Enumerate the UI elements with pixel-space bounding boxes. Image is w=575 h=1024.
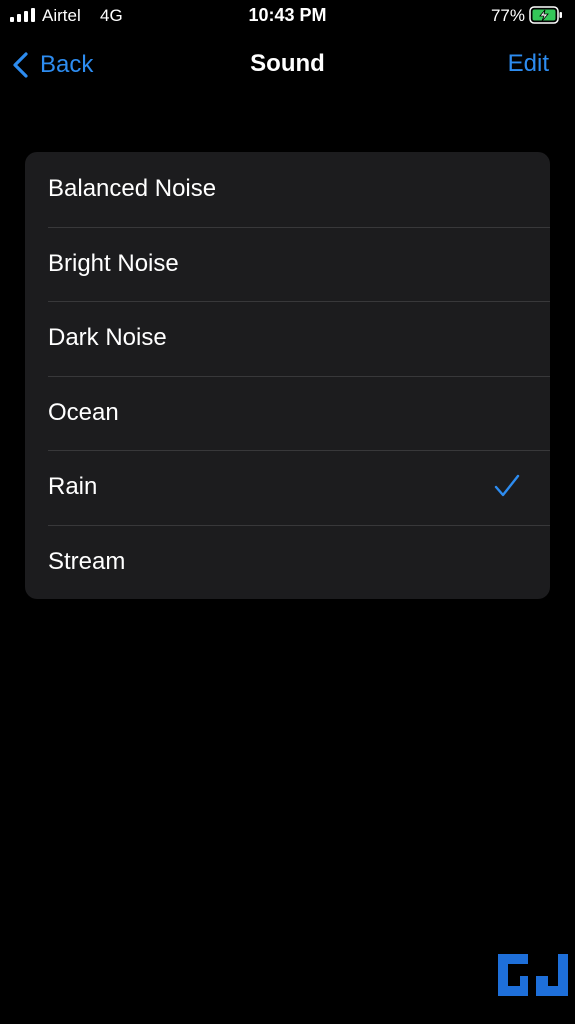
sound-list: Balanced Noise Bright Noise Dark Noise O… <box>25 152 550 599</box>
list-item-ocean[interactable]: Ocean <box>25 375 550 451</box>
list-item-balanced-noise[interactable]: Balanced Noise <box>25 152 550 227</box>
list-item-label: Stream <box>48 547 126 575</box>
list-item-label: Dark Noise <box>48 324 167 352</box>
status-time: 10:43 PM <box>248 5 327 25</box>
battery-percent: 77% <box>490 6 525 25</box>
checkmark-icon <box>494 474 520 497</box>
list-item-dark-noise[interactable]: Dark Noise <box>25 301 550 376</box>
list-item-label: Balanced Noise <box>48 175 217 203</box>
list-item-rain[interactable]: Rain <box>25 450 550 525</box>
list-item-label: Bright Noise <box>48 249 179 277</box>
list-item-stream[interactable]: Stream <box>25 524 550 600</box>
watermark-logo <box>498 954 568 996</box>
page-title: Sound <box>250 50 325 77</box>
navigation-bar: Back Sound Edit <box>0 40 575 90</box>
list-item-label: Ocean <box>48 398 119 426</box>
status-bar: Airtel 4G 10:43 PM 77% <box>0 0 575 34</box>
battery-charging-icon <box>529 6 562 24</box>
list-item-bright-noise[interactable]: Bright Noise <box>25 226 550 302</box>
edit-button[interactable]: Edit <box>508 50 549 78</box>
list-item-label: Rain <box>48 473 98 501</box>
